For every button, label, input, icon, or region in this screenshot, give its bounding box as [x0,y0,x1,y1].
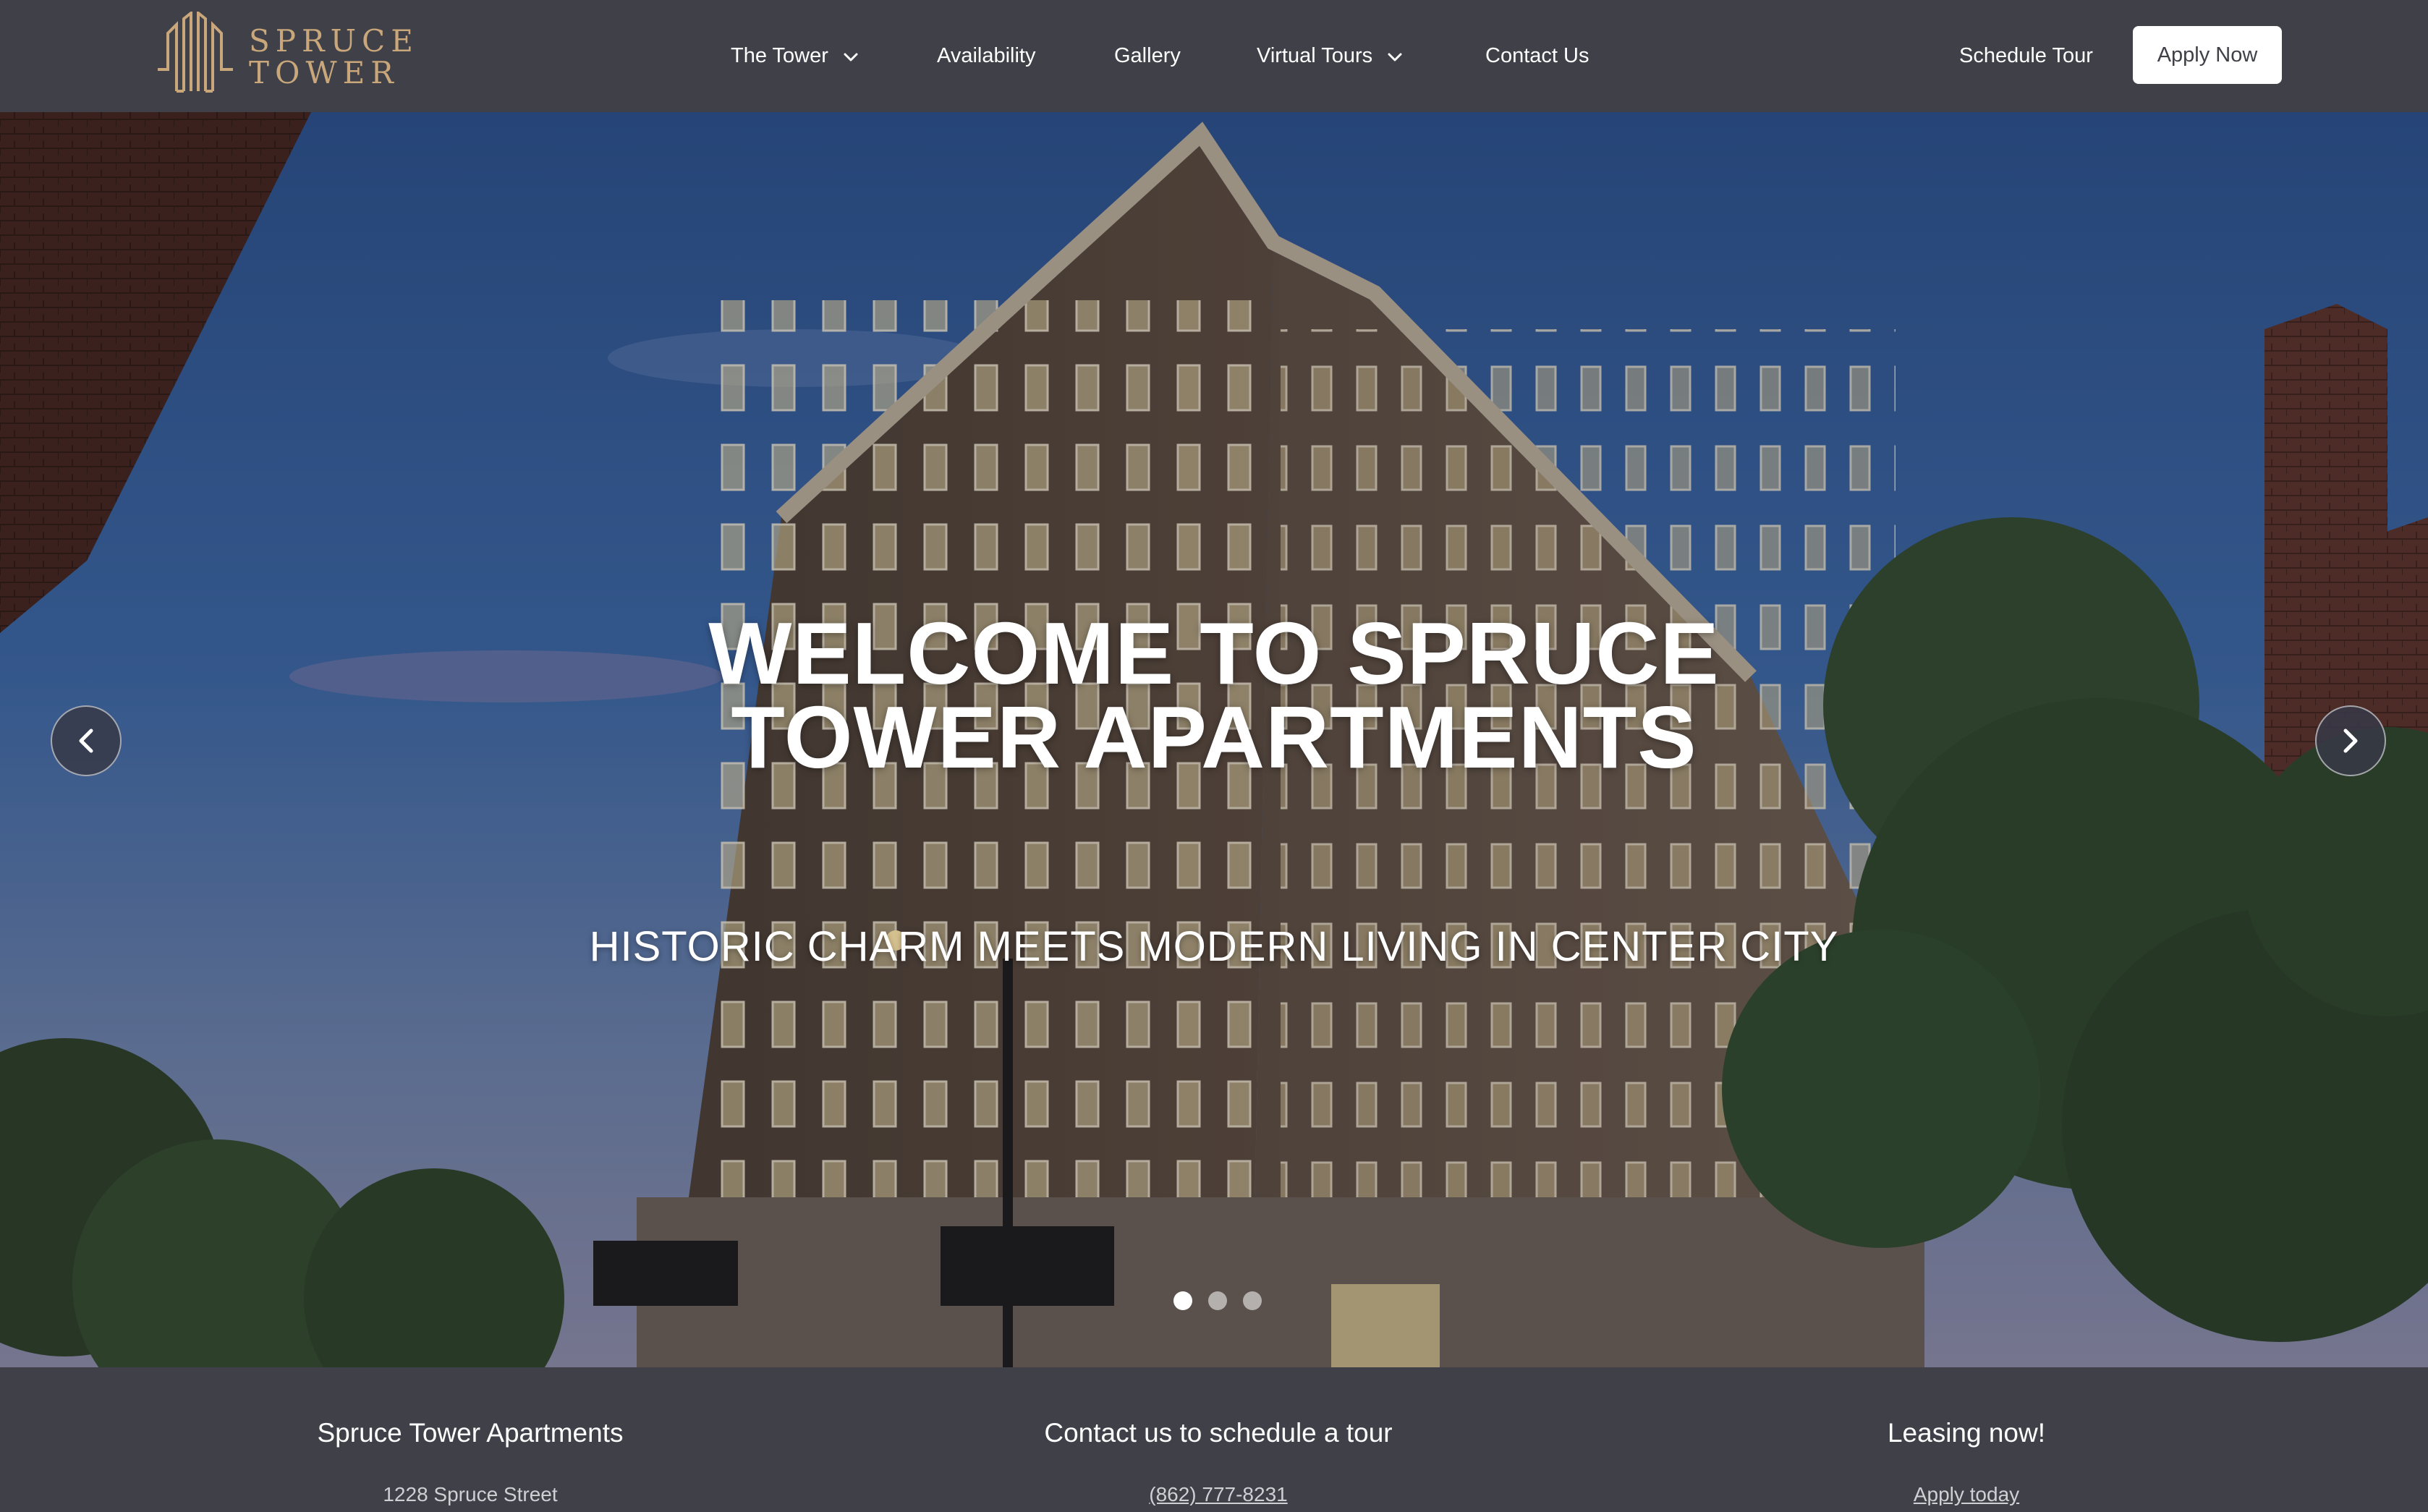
hero-title: WELCOME TO SPRUCE TOWER APARTMENTS [0,604,2428,786]
nav-item-label: Contact Us [1485,43,1589,67]
hero-subtitle: HISTORIC CHARM MEETS MODERN LIVING IN CE… [589,923,1839,970]
info-heading: Contact us to schedule a tour [1044,1418,1393,1448]
chevron-down-icon [843,44,859,68]
nav-item-label: Virtual Tours [1257,43,1373,67]
apply-now-button[interactable]: Apply Now [2133,26,2282,84]
phone-line: (862) 777-8231 [893,1483,1544,1506]
hero-title-line2: TOWER APARTMENTS [731,688,1697,786]
hero-carousel: WELCOME TO SPRUCE TOWER APARTMENTS HISTO… [0,112,2428,1367]
info-bar: Spruce Tower Apartments 1228 Spruce Stre… [0,1367,2428,1512]
nav-item-label: Gallery [1114,43,1181,67]
info-heading: Spruce Tower Apartments [317,1418,624,1448]
chevron-down-icon [1387,44,1403,68]
chevron-left-icon [79,729,93,753]
carousel-indicators [1173,1291,1262,1312]
carousel-dot-2[interactable] [1208,1291,1227,1310]
carousel-dot-1[interactable] [1173,1291,1192,1310]
carousel-next-button[interactable] [2315,705,2386,776]
nav-item-gallery[interactable]: Gallery [1114,40,1181,72]
nav-item-contact-us[interactable]: Contact Us [1485,40,1589,72]
phone-link[interactable]: (862) 777-8231 [1149,1483,1287,1505]
nav-item-label: The Tower [731,43,828,67]
chevron-right-icon [2343,729,2358,753]
schedule-tour-link[interactable]: Schedule Tour [1959,40,2093,72]
nav-item-availability[interactable]: Availability [937,40,1035,72]
top-navbar: SPRUCE TOWER The Tower Availability Gall… [0,0,2428,112]
nav-item-the-tower[interactable]: The Tower [731,40,859,72]
hero-title-line1: WELCOME TO SPRUCE [708,604,1720,702]
address-text: 1228 Spruce Street [383,1483,558,1505]
nav-item-label: Availability [937,43,1036,67]
carousel-dot-3[interactable] [1243,1291,1262,1310]
apply-today-link[interactable]: Apply today [1914,1483,2019,1505]
info-heading: Leasing now! [1887,1418,2046,1448]
carousel-prev-button[interactable] [51,705,122,776]
apply-line: Apply today [1641,1483,2292,1506]
nav-item-virtual-tours[interactable]: Virtual Tours [1257,40,1403,72]
